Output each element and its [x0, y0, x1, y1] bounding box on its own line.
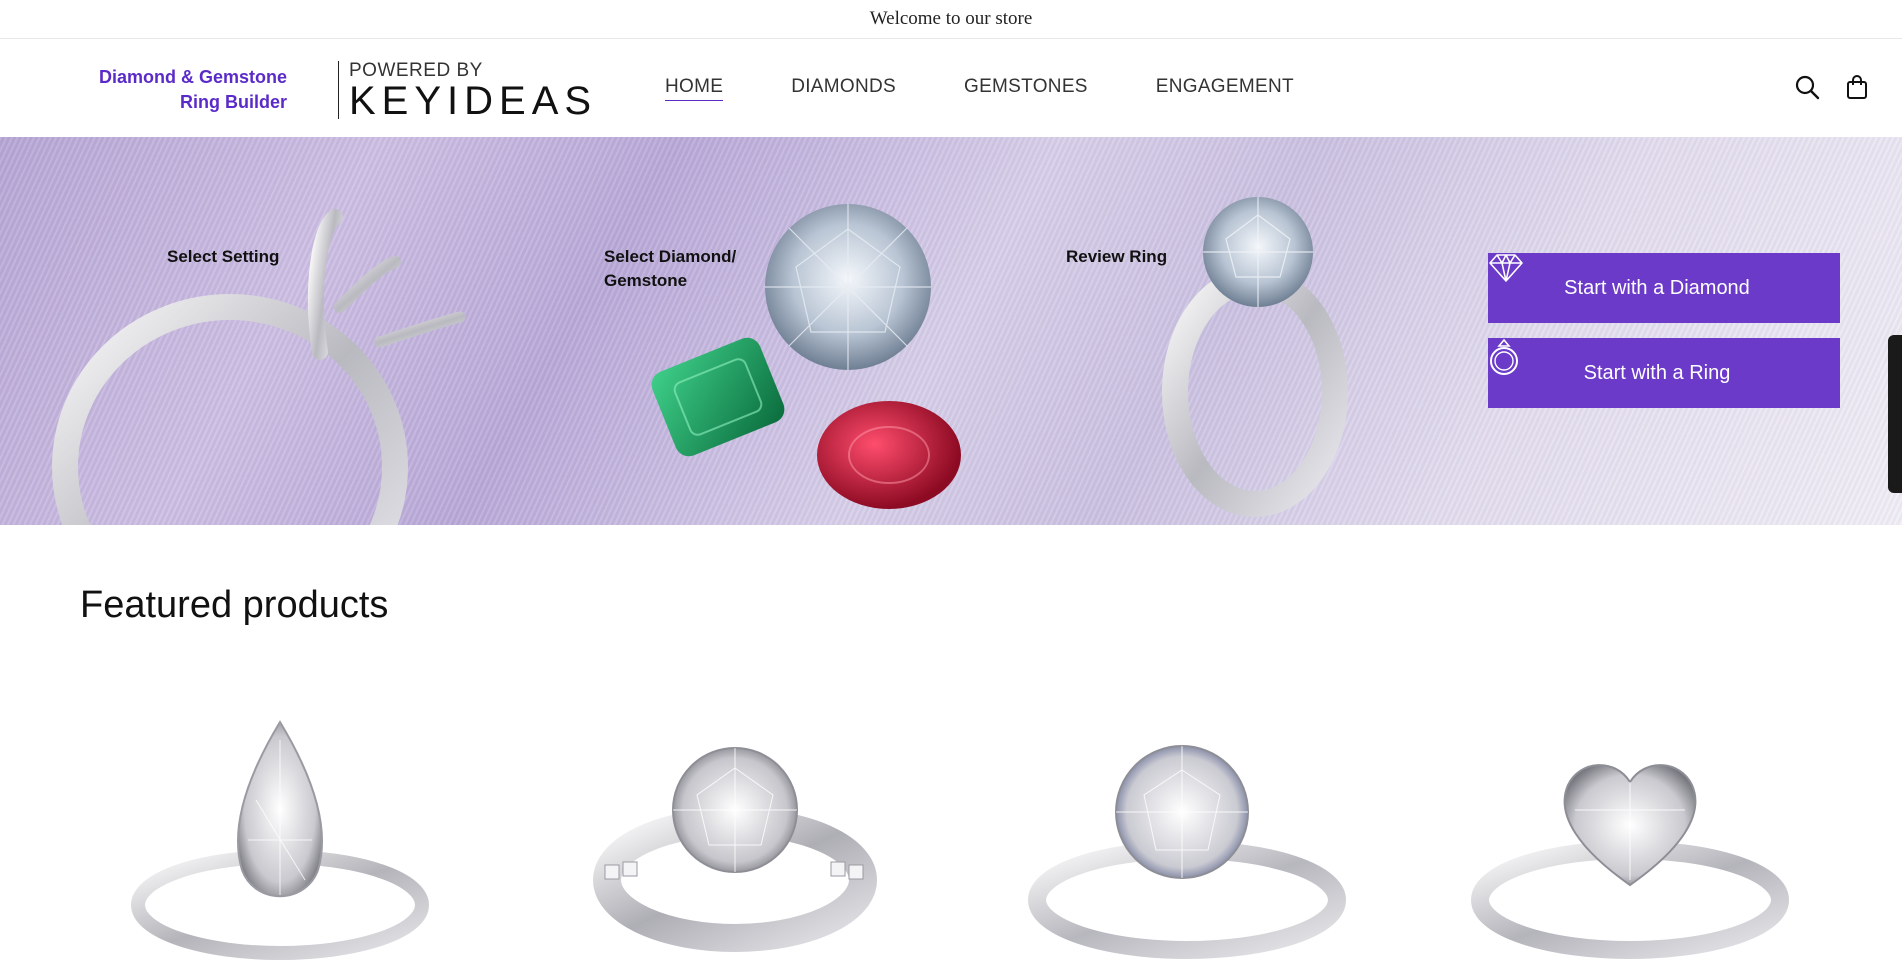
step-select-diamond-line-2: Gemstone: [604, 271, 688, 290]
finished-ring-image: [1162, 197, 1348, 517]
keyideas-logo-text: KEYIDEAS: [349, 79, 598, 123]
brand-line-1: Diamond & Gemstone: [98, 67, 287, 87]
start-with-diamond-label: Start with a Diamond: [1564, 276, 1750, 299]
step-select-diamond: Select Diamond/ Gemstone: [604, 245, 736, 293]
start-with-ring-button[interactable]: Start with a Ring: [1488, 338, 1840, 408]
hero-banner: Select Setting Select Diamond/ Gemstone …: [0, 137, 1902, 525]
nav-gemstones[interactable]: GEMSTONES: [964, 76, 1088, 101]
start-with-diamond-button[interactable]: Start with a Diamond: [1488, 253, 1840, 323]
product-card[interactable]: [100, 700, 460, 961]
floating-side-toolbar[interactable]: [1888, 335, 1902, 493]
announcement-bar: Welcome to our store: [0, 0, 1902, 39]
search-icon[interactable]: [1793, 73, 1821, 101]
round-channel-ring-image: [593, 747, 877, 952]
nav-engagement[interactable]: ENGAGEMENT: [1156, 76, 1294, 101]
featured-products-title: Featured products: [80, 584, 389, 626]
bag-icon[interactable]: [1843, 73, 1871, 101]
powered-by-text: POWERED BY: [349, 60, 483, 81]
announcement-text: Welcome to our store: [869, 8, 1033, 29]
pear-ring-image: [131, 720, 429, 960]
brand-title[interactable]: Diamond & Gemstone Ring Builder: [95, 65, 287, 115]
step-review-ring: Review Ring: [1066, 247, 1168, 266]
site-header: Diamond & Gemstone Ring Builder POWERED …: [0, 39, 1902, 137]
brand-line-2: Ring Builder: [180, 92, 287, 112]
step-select-diamond-line-1: Select Diamond/: [604, 247, 737, 266]
main-nav: HOME DIAMONDS GEMSTONES ENGAGEMENT: [665, 76, 1294, 101]
powered-by-logo[interactable]: POWERED BY KEYIDEAS: [338, 60, 598, 123]
product-card[interactable]: [565, 700, 925, 961]
round-solitaire-ring-image: [1028, 745, 1346, 959]
product-card[interactable]: [1012, 700, 1372, 961]
heart-ring-image: [1471, 764, 1789, 959]
nav-home[interactable]: HOME: [665, 76, 724, 101]
start-with-ring-label: Start with a Ring: [1583, 361, 1731, 384]
nav-diamonds[interactable]: DIAMONDS: [791, 76, 896, 101]
product-card[interactable]: [1460, 700, 1820, 961]
step-select-setting: Select Setting: [167, 247, 280, 266]
